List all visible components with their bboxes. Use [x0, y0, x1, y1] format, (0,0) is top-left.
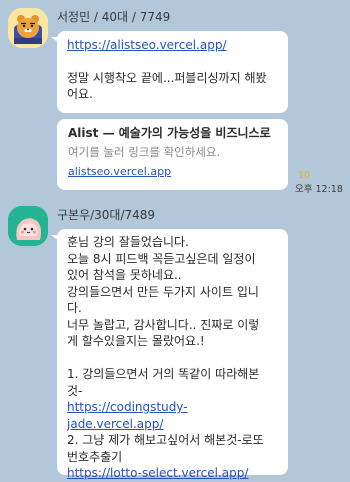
unread-count: 10	[298, 170, 311, 181]
message-text-line: 2. 그냥 제가 해보고싶어서 해본것-로또	[67, 433, 264, 447]
message-bubble[interactable]: https://alistseo.vercel.app/ 정말 시행착오 끝에.…	[51, 31, 288, 113]
link-preview-domain[interactable]: alistseo.vercel.app	[68, 164, 277, 180]
message-link[interactable]: https://lotto-select.vercel.app/	[67, 465, 278, 482]
link-preview-subtitle: 여기를 눌러 링크를 확인하세요.	[68, 145, 221, 159]
message-bubble[interactable]: 훈님 강의 잘들었습니다. 오늘 8시 피드백 꼭듣고싶은데 일정이 있어 참석…	[51, 229, 288, 480]
message-text-line: 정말 시행착오 끝에...퍼블리싱까지 해봤	[67, 70, 267, 85]
message-link[interactable]: https://alistseo.vercel.app/	[67, 37, 278, 54]
message-text-line: 다.	[67, 301, 82, 315]
message-text-line: 1. 강의들으면서 거의 똑같이 따라해본	[67, 367, 260, 381]
message-link[interactable]: https://codingstudy-jade.vercel.app/	[67, 399, 278, 432]
sender-name: 서정민 / 40대 / 7749	[57, 10, 171, 24]
message-time: 오후 12:18	[295, 184, 343, 195]
link-preview-card[interactable]: Alist — 예술가의 가능성을 비즈니스로 여기를 눌러 링크를 확인하세요…	[57, 119, 288, 190]
link-preview-title: Alist — 예술가의 가능성을 비즈니스로	[68, 126, 271, 140]
sender-avatar[interactable]	[8, 206, 48, 246]
message-text-line: 강의들으면서 만든 두가지 사이트 입니	[67, 284, 259, 299]
message-text-line: 번호추출기	[67, 449, 123, 464]
sender-avatar[interactable]	[8, 8, 48, 48]
message-text-line: 것-	[67, 383, 83, 398]
pink-character-avatar-icon	[8, 206, 48, 246]
message-text-line: 있어 참석을 못하네요..	[67, 268, 182, 282]
message-text-line: 어요.	[67, 87, 93, 101]
message-text-line: 훈님 강의 잘들었습니다.	[67, 235, 189, 249]
ryan-kakao-avatar-icon	[8, 8, 48, 48]
message-text-line: 오늘 8시 피드백 꼭듣고싶은데 일정이	[67, 251, 256, 266]
message-text-line: 너무 놀랍고, 감사합니다.. 진짜로 이렇	[67, 317, 260, 332]
sender-name: 구본우/30대/7489	[57, 208, 156, 222]
message-text-line: 게 할수있을지는 몰랐어요.!	[67, 334, 205, 348]
